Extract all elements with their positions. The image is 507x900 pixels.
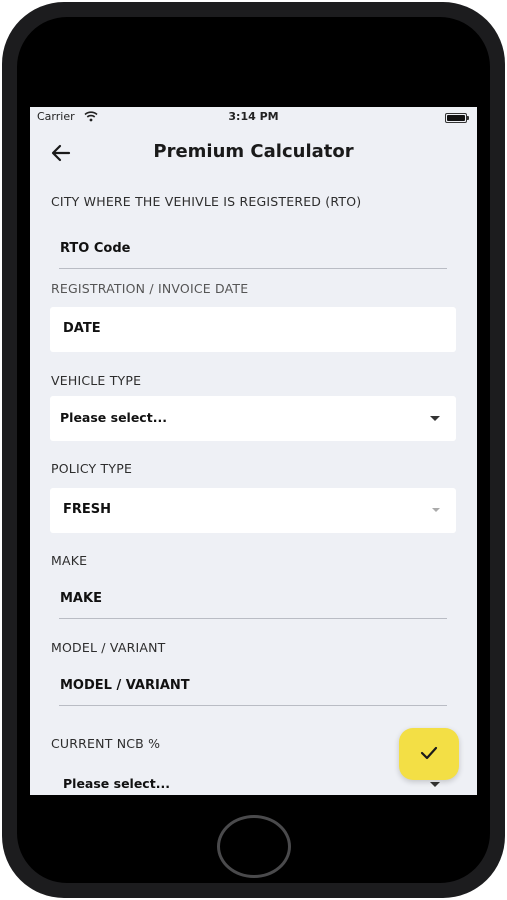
home-button[interactable] — [217, 815, 291, 878]
make-input[interactable]: MAKE — [59, 581, 447, 619]
policy-type-label: POLICY TYPE — [51, 461, 133, 476]
make-label: MAKE — [51, 553, 88, 568]
policy-type-value: FRESH — [63, 502, 112, 517]
model-variant-input[interactable]: MODEL / VARIANT — [59, 668, 447, 706]
ncb-value: Please select... — [63, 776, 170, 791]
rto-label: CITY WHERE THE VEHIVLE IS REGISTERED (RT… — [51, 194, 362, 209]
date-value: DATE — [63, 321, 101, 336]
app-screen: Carrier 3:14 PM Premium Calculator CITY … — [30, 107, 477, 795]
rto-code-value: RTO Code — [60, 241, 131, 256]
policy-type-select[interactable]: FRESH — [50, 488, 456, 533]
status-bar: Carrier 3:14 PM — [30, 107, 477, 127]
model-variant-label: MODEL / VARIANT — [51, 640, 166, 655]
submit-button[interactable] — [399, 728, 459, 780]
vehicle-type-label: VEHICLE TYPE — [51, 373, 142, 388]
rto-code-input[interactable]: RTO Code — [59, 231, 447, 269]
ncb-select[interactable]: Please select... — [50, 772, 456, 795]
chevron-down-icon — [430, 782, 440, 787]
date-label: REGISTRATION / INVOICE DATE — [51, 281, 249, 296]
vehicle-type-select[interactable]: Please select... — [50, 396, 456, 441]
ncb-label: CURRENT NCB % — [51, 736, 161, 751]
chevron-down-icon — [430, 416, 440, 421]
make-value: MAKE — [60, 591, 102, 606]
status-time: 3:14 PM — [228, 110, 279, 123]
vehicle-type-value: Please select... — [60, 410, 167, 425]
date-input[interactable]: DATE — [50, 307, 456, 352]
page-title: Premium Calculator — [153, 141, 354, 162]
checkmark-icon — [420, 746, 438, 760]
model-variant-value: MODEL / VARIANT — [60, 678, 190, 693]
chevron-down-icon — [432, 508, 440, 512]
battery-icon — [445, 113, 469, 123]
